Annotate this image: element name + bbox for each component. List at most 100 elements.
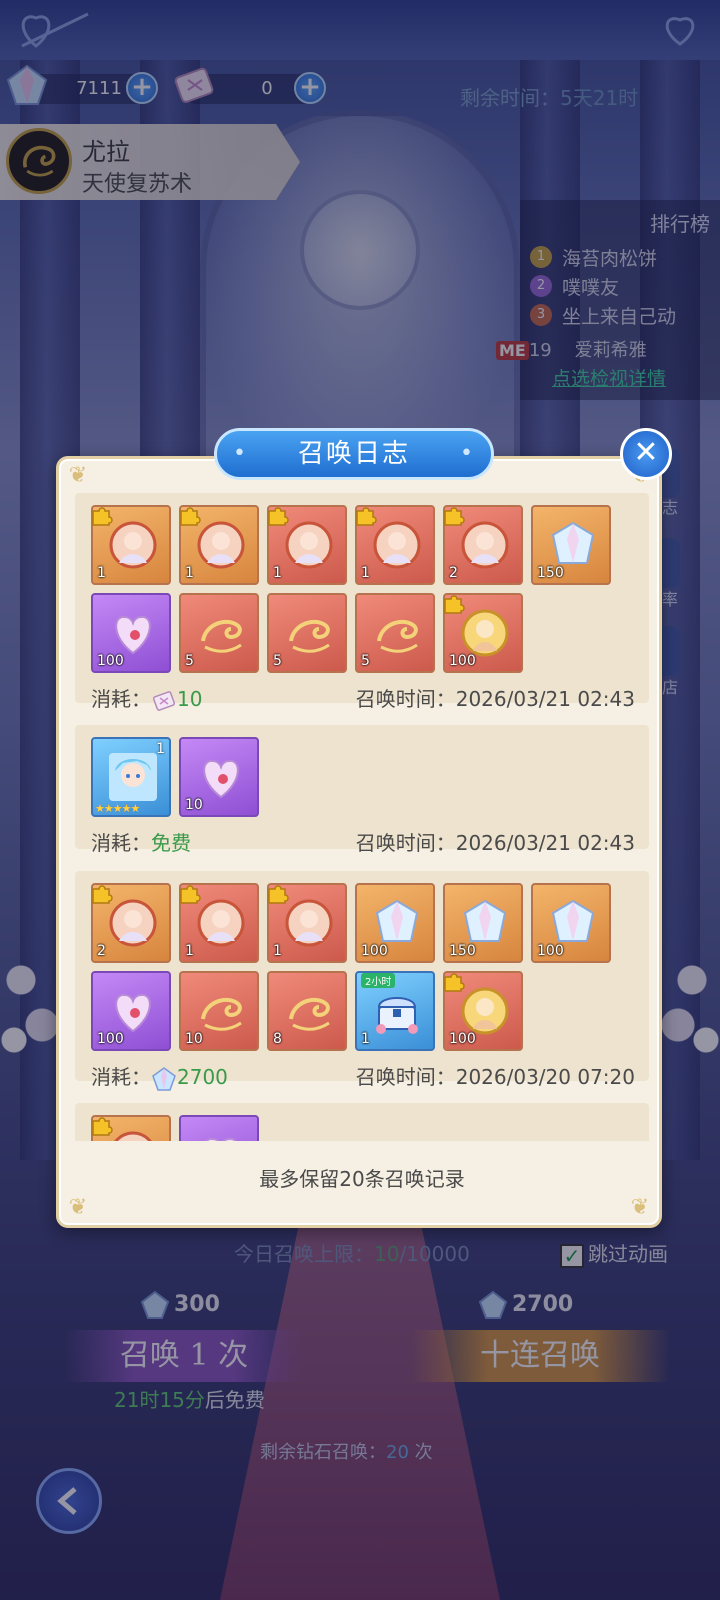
crystal-item[interactable]: 150 [443,883,523,963]
dragon-emblem-item[interactable]: 10 [179,971,259,1051]
item-quantity: 150 [537,565,564,581]
card-fragment-icon [114,1131,152,1141]
item-quantity: 100 [361,943,388,959]
card-fragment-icon [461,521,509,569]
item-quantity: 1 [361,565,370,581]
treasure-chest-item[interactable]: 2小时 1 [355,971,435,1051]
item-quantity: 1 [185,943,194,959]
card-fragment-item[interactable]: 1 [179,505,259,585]
item-quantity: 5 [273,653,282,669]
item-quantity: 1 [361,1031,370,1047]
card-fragment-item[interactable]: 1 [355,505,435,585]
cost-row: 消耗： 2700 [91,1061,228,1092]
close-icon: ✕ [633,435,659,470]
fragment-puzzle-icon [268,885,289,904]
character-card-item[interactable]: 1 ★★★★★ [91,737,171,817]
character-count: 1 [156,741,165,757]
gold-medal-fragment-item[interactable]: 100 [443,971,523,1051]
dragon-emblem-icon [201,997,242,1031]
heart-gem-item[interactable] [179,1115,259,1141]
summon-time-value: 2026/03/21 02:43 [455,831,635,855]
card-fragment-icon [373,521,421,569]
dragon-emblem-icon [377,619,418,653]
item-quantity: 10 [185,1031,203,1047]
item-quantity: 5 [361,653,370,669]
corner-ornament-icon: ❦ [630,1195,650,1220]
summon-time: 召唤时间：2026/03/21 02:43 [356,683,635,712]
item-quantity: 100 [537,943,564,959]
crystal-item[interactable]: 100 [531,883,611,963]
summon-time-label: 召唤时间： [355,831,456,855]
heart-gem-item[interactable]: 100 [91,971,171,1051]
card-fragment-item[interactable]: 1 [179,883,259,963]
cost-label: 消耗： [91,831,151,855]
fragment-puzzle-icon [356,507,377,526]
heart-gem-item[interactable]: 10 [179,737,259,817]
gold-medal-fragment-item[interactable]: 100 [443,593,523,673]
card-fragment-item[interactable]: 1 [267,505,347,585]
fragment-puzzle-icon [268,507,289,526]
fragment-puzzle-icon [444,595,465,614]
character-portrait-icon [109,753,157,801]
dragon-emblem-item[interactable]: 8 [267,971,347,1051]
heart-gem-icon [115,993,151,1033]
item-quantity: 100 [97,1031,124,1047]
fragment-puzzle-icon [92,1117,113,1136]
item-quantity: 150 [449,943,476,959]
dragon-emblem-icon [289,997,330,1031]
card-fragment-item[interactable]: 1 [91,505,171,585]
item-quantity: 1 [273,565,282,581]
item-quantity: 5 [185,653,194,669]
item-quantity: 100 [449,653,476,669]
fragment-puzzle-icon [180,885,201,904]
dragon-emblem-item[interactable]: 5 [179,593,259,673]
dragon-emblem-icon [289,619,330,653]
dragon-emblem-item[interactable]: 5 [355,593,435,673]
summon-time: 召唤时间：2026/03/20 07:20 [356,1061,635,1090]
corner-ornament-icon: ❦ [68,1195,88,1220]
summon-log-dialog: ❦ ❦ ❦ ❦ 11112150100555100消耗：10召唤时间：2026/… [56,456,662,1228]
card-fragment-item[interactable]: 1 [267,883,347,963]
summon-log-list[interactable]: 1 1 1 1 2 150 100 5 5 5 100 消耗： 10 召唤时间：2026/03/21 02… [75,493,649,1141]
heart-gem-icon [115,615,151,655]
crystal-icon [551,899,595,942]
crystal-icon [551,521,595,564]
fragment-puzzle-icon [444,973,465,992]
fragment-puzzle-icon [444,507,465,526]
crystal-item[interactable]: 150 [531,505,611,585]
summon-record: 2 1 1 100 150 100 100 10 8 2小时 1 100 消耗： 2700 召唤时间：202… [75,871,649,1091]
crystal-item[interactable]: 100 [355,883,435,963]
card-fragment-item[interactable]: 2 [91,883,171,963]
card-fragment-icon [285,521,333,569]
summon-record: 1 1 1 1 2 150 100 5 5 5 100 消耗： 10 召唤时间：2026/03/21 02… [75,493,649,711]
fragment-puzzle-icon [92,885,113,904]
card-fragment-icon [197,521,245,569]
fragment-puzzle-icon [180,507,201,526]
item-quantity: 100 [97,653,124,669]
card-fragment-icon [285,899,333,947]
summon-time: 召唤时间：2026/03/21 02:43 [356,827,635,856]
heart-gem-item[interactable]: 100 [91,593,171,673]
close-button[interactable]: ✕ [620,428,672,480]
fragment-puzzle-icon [92,507,113,526]
cost-label: 消耗： [91,687,151,711]
card-fragment-item[interactable] [91,1115,171,1141]
item-quantity: 1 [185,565,194,581]
item-quantity: 2 [97,943,106,959]
heart-gem-icon [203,759,239,799]
summon-time-value: 2026/03/20 07:20 [455,1065,635,1089]
dragon-emblem-item[interactable]: 5 [267,593,347,673]
crystal-icon [375,899,419,942]
cost-row: 消耗：免费 [91,827,191,856]
cost-value: 2700 [177,1065,228,1089]
rarity-stars: ★★★★★ [95,802,140,815]
cost-row: 消耗： 10 [91,683,202,714]
item-quantity: 2 [449,565,458,581]
item-quantity: 100 [449,1031,476,1047]
crystal-icon [463,899,507,942]
heart-gem-icon [205,1137,237,1141]
summon-time-label: 召唤时间： [355,687,456,711]
card-fragment-icon [109,521,157,569]
gold-medal-icon [461,609,509,657]
card-fragment-item[interactable]: 2 [443,505,523,585]
